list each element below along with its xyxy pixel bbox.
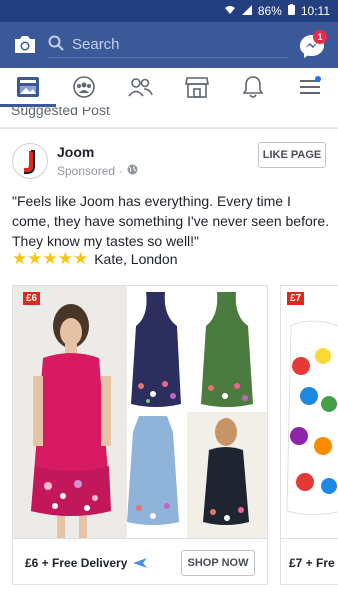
review-line: ★★★★★ Kate, London: [12, 249, 178, 269]
post-text: "Feels like Joom has everything. Every t…: [12, 193, 330, 249]
bell-icon: [242, 75, 264, 104]
page-name[interactable]: Joom: [57, 144, 94, 160]
marketplace-icon: [185, 76, 209, 103]
card-footer: £7 + Fre: [281, 538, 338, 584]
camera-icon[interactable]: [13, 34, 37, 55]
messenger-badge: 1: [313, 30, 327, 44]
signal-icon: [241, 4, 252, 18]
tab-marketplace[interactable]: [169, 68, 225, 110]
suggested-post-header: Suggested Post ···: [0, 107, 338, 127]
price-badge: £6: [23, 292, 41, 305]
sponsored-line: Sponsored ·: [57, 164, 138, 178]
product-card[interactable]: £7 £7 + Fre: [280, 285, 338, 585]
globe-icon: [127, 164, 138, 178]
card-title: £7 + Fre: [289, 556, 335, 570]
clock: 10:11: [300, 4, 330, 18]
menu-icon: [298, 75, 322, 103]
wifi-icon: [224, 5, 236, 18]
shop-now-button[interactable]: SHOP NOW: [181, 550, 255, 576]
joom-logo[interactable]: [12, 143, 48, 179]
sponsored-post: Joom Sponsored · LIKE PAGE "Feels like J…: [0, 128, 338, 600]
search-input[interactable]: Search: [48, 32, 288, 58]
friends-icon: [127, 76, 153, 103]
card-footer: £6 + Free Delivery SHOP NOW: [13, 538, 267, 584]
dot-separator: ·: [119, 164, 124, 178]
card-title: £6 + Free Delivery: [25, 556, 128, 570]
reviewer-name: Kate, London: [94, 251, 178, 267]
tab-groups[interactable]: [56, 68, 112, 110]
more-options-button[interactable]: ···: [11, 107, 326, 116]
tab-notifications[interactable]: [225, 68, 281, 110]
like-page-button[interactable]: LIKE PAGE: [258, 142, 326, 168]
news-feed-icon: [16, 76, 40, 103]
tab-menu[interactable]: [282, 68, 338, 110]
battery-level: 86%: [257, 4, 282, 18]
top-bar: Search: [0, 22, 338, 68]
search-placeholder: Search: [72, 36, 120, 53]
battery-icon: [287, 4, 295, 18]
product-card[interactable]: £6 £6 + Free Delivery SHOP NOW: [12, 285, 268, 585]
status-bar: 86% 10:11: [0, 0, 338, 22]
product-image[interactable]: £7: [281, 286, 338, 538]
groups-icon: [72, 75, 96, 104]
plane-icon: [133, 556, 147, 574]
price-badge: £7: [287, 292, 305, 305]
tab-friends[interactable]: [112, 68, 168, 110]
sponsored-label: Sponsored: [57, 164, 116, 178]
search-icon: [48, 35, 72, 55]
product-image[interactable]: £6: [13, 286, 267, 538]
rating-stars: ★★★★★: [12, 249, 89, 268]
